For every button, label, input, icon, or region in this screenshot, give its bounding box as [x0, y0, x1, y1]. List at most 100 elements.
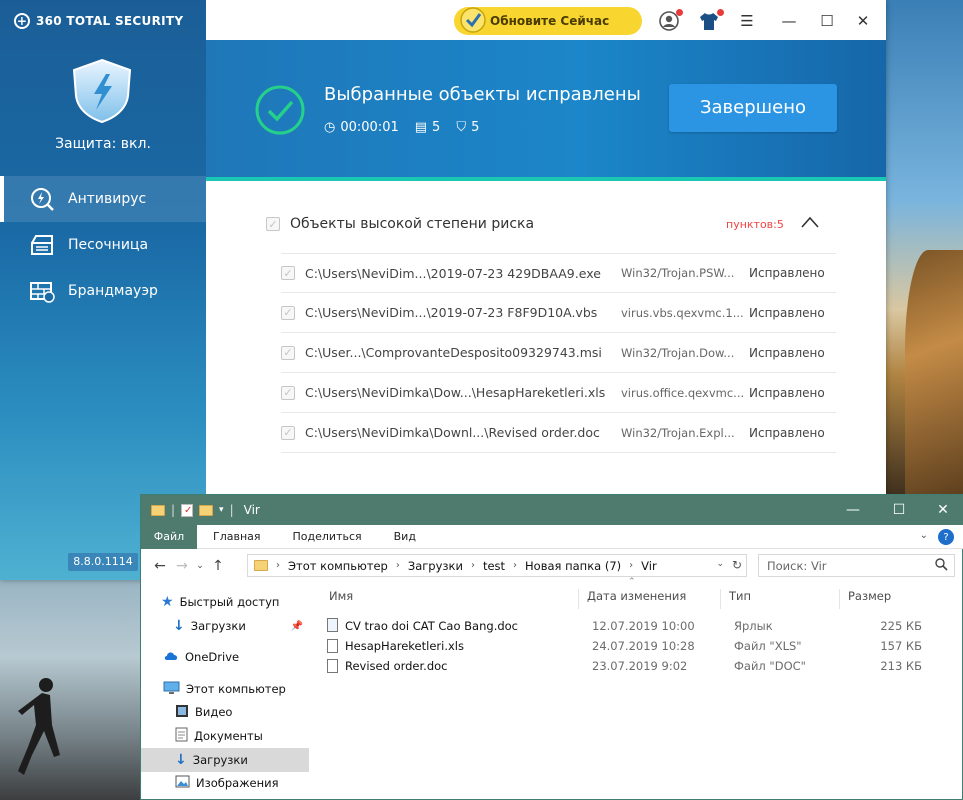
row-checkbox[interactable]: ✓: [281, 305, 295, 320]
minimize-icon: —: [846, 502, 860, 518]
download-arrow-icon: ↓: [175, 752, 187, 768]
row-checkbox[interactable]: ✓: [281, 345, 295, 360]
threat-name: Win32/Trojan.Dow...: [621, 345, 735, 360]
search-icon: [935, 558, 948, 574]
customize-qat-icon[interactable]: ▾: [219, 505, 224, 515]
threat-group-header[interactable]: ✓ Объекты высокой степени риска пунктов:…: [266, 213, 836, 235]
update-button[interactable]: Обновите Сейчас: [454, 7, 642, 35]
refresh-icon[interactable]: ↻: [732, 558, 742, 572]
column-type[interactable]: Тип: [720, 589, 839, 609]
tab-file[interactable]: Файл: [141, 524, 197, 549]
nav-item-label: Этот компьютер: [186, 682, 286, 696]
tab-share[interactable]: Поделиться: [277, 525, 378, 549]
close-icon: ✕: [937, 502, 949, 518]
maximize-icon: ☐: [892, 502, 906, 518]
ribbon-tabs: Файл Главная Поделиться Вид ⌄ ?: [141, 524, 963, 549]
nav-downloads[interactable]: ↓ Загрузки: [141, 748, 309, 772]
success-check-icon: [255, 85, 305, 135]
chevron-up-icon[interactable]: [800, 215, 820, 229]
threat-status: Исправлено: [749, 345, 825, 360]
nav-quick-access[interactable]: ★ Быстрый доступ: [141, 590, 309, 614]
properties-icon[interactable]: ✓: [181, 503, 194, 517]
nav-antivirus[interactable]: Антивирус: [0, 176, 206, 222]
chevron-down-icon: ⌄: [196, 561, 204, 571]
breadcrumb-item[interactable]: Новая папка (7): [525, 559, 621, 573]
done-button[interactable]: Завершено: [669, 84, 837, 132]
ribbon-expand-icon[interactable]: ⌄: [920, 530, 928, 541]
explorer-close-button[interactable]: ✕: [921, 495, 963, 525]
close-button[interactable]: ✕: [852, 10, 874, 32]
file-row[interactable]: CV trao doi CAT Cao Bang.doc 12.07.2019 …: [327, 616, 927, 636]
file-row[interactable]: HesapHareketleri.xls 24.07.2019 10:28 Фа…: [327, 636, 927, 656]
threat-row[interactable]: ✓ C:\Users\NeviDimka\Downl...\Revised or…: [281, 413, 836, 453]
new-folder-icon[interactable]: [199, 504, 214, 516]
row-checkbox[interactable]: ✓: [281, 425, 295, 440]
explorer-minimize-button[interactable]: —: [831, 495, 875, 525]
file-name: CV trao doi CAT Cao Bang.doc: [345, 619, 519, 633]
help-icon[interactable]: ?: [938, 529, 954, 545]
threat-name: virus.vbs.qexvmc.1...: [621, 305, 744, 320]
search-input[interactable]: Поиск: Vir: [758, 554, 955, 577]
threat-name: virus.office.qexvmc...: [621, 385, 745, 400]
file-type: Ярлык: [734, 619, 773, 633]
clock-icon: ◷: [324, 120, 336, 135]
up-button[interactable]: ↑: [207, 555, 229, 577]
threat-row[interactable]: ✓ C:\User...\ComprovanteDesposito0932974…: [281, 333, 836, 373]
nav-pictures[interactable]: Изображения: [141, 771, 309, 795]
file-date: 23.07.2019 9:02: [592, 659, 688, 673]
threat-row[interactable]: ✓ C:\Users\NeviDim...\2019-07-23 F8F9D10…: [281, 293, 836, 333]
minimize-button[interactable]: —: [778, 10, 800, 32]
breadcrumb-item[interactable]: Vir: [641, 559, 657, 573]
recent-locations-button[interactable]: ⌄: [193, 555, 207, 577]
file-row[interactable]: Revised order.doc 23.07.2019 9:02 Файл "…: [327, 656, 927, 676]
forward-button[interactable]: →: [171, 555, 193, 577]
threat-path: C:\Users\NeviDim...\2019-07-23 F8F9D10A.…: [305, 305, 598, 320]
video-icon: [175, 704, 189, 721]
nav-firewall[interactable]: Брандмауэр: [0, 268, 206, 314]
arrow-right-icon: →: [176, 558, 188, 574]
nav-this-pc[interactable]: Этот компьютер: [141, 677, 309, 701]
threat-path: C:\User...\ComprovanteDesposito09329743.…: [305, 345, 602, 360]
arrow-up-icon: ↑: [212, 558, 224, 574]
back-button[interactable]: ←: [149, 555, 171, 577]
computer-icon: [163, 681, 180, 698]
threat-row[interactable]: ✓ C:\Users\NeviDimka\Dow...\HesapHareket…: [281, 373, 836, 413]
column-name[interactable]: Имя: [321, 589, 578, 609]
file-name: HesapHareketleri.xls: [345, 639, 464, 653]
address-bar[interactable]: › Этот компьютер › Загрузки › test › Нов…: [247, 554, 747, 577]
menu-button[interactable]: ☰: [736, 10, 758, 32]
shield-icon[interactable]: [70, 58, 134, 124]
threat-status: Исправлено: [749, 425, 825, 440]
minimize-icon: —: [781, 12, 797, 30]
nav-documents[interactable]: Документы: [141, 724, 309, 748]
sort-ascending-icon: ⌃: [628, 577, 636, 587]
column-size[interactable]: Размер: [839, 589, 919, 609]
pictures-icon: [175, 775, 190, 791]
breadcrumb-item[interactable]: test: [483, 559, 505, 573]
pin-icon[interactable]: 📌: [291, 621, 303, 632]
nav-label: Брандмауэр: [68, 283, 158, 299]
antivirus-sidebar: + 360 TOTAL SECURITY Защита: вкл. Антиви…: [0, 0, 206, 580]
nav-label: Антивирус: [68, 191, 147, 207]
stat-time: 00:00:01: [340, 120, 399, 135]
row-checkbox[interactable]: ✓: [281, 266, 295, 280]
address-row: ← → ⌄ ↑ › Этот компьютер › Загрузки › te…: [141, 551, 963, 581]
wallpaper-rock: [905, 250, 963, 500]
tab-view[interactable]: Вид: [378, 525, 432, 549]
maximize-button[interactable]: ☐: [816, 10, 838, 32]
breadcrumb-item[interactable]: Этот компьютер: [288, 559, 388, 573]
explorer-maximize-button[interactable]: ☐: [877, 495, 921, 525]
threat-name: Win32/Trojan.PSW...: [621, 266, 735, 280]
nav-videos[interactable]: Видео: [141, 700, 309, 724]
nav-sandbox[interactable]: Песочница: [0, 222, 206, 268]
nav-quick-downloads[interactable]: ↓ Загрузки 📌: [141, 614, 309, 638]
address-dropdown-icon[interactable]: ⌄: [716, 559, 724, 569]
threat-row[interactable]: ✓ C:\Users\NeviDim...\2019-07-23 429DBAA…: [281, 253, 836, 293]
tab-home[interactable]: Главная: [197, 525, 277, 549]
row-checkbox[interactable]: ✓: [281, 385, 295, 400]
group-checkbox[interactable]: ✓: [266, 217, 280, 231]
breadcrumb-item[interactable]: Загрузки: [408, 559, 463, 573]
column-date[interactable]: Дата изменения: [578, 589, 720, 609]
threat-status: Исправлено: [749, 305, 825, 320]
nav-onedrive[interactable]: OneDrive: [141, 645, 309, 669]
